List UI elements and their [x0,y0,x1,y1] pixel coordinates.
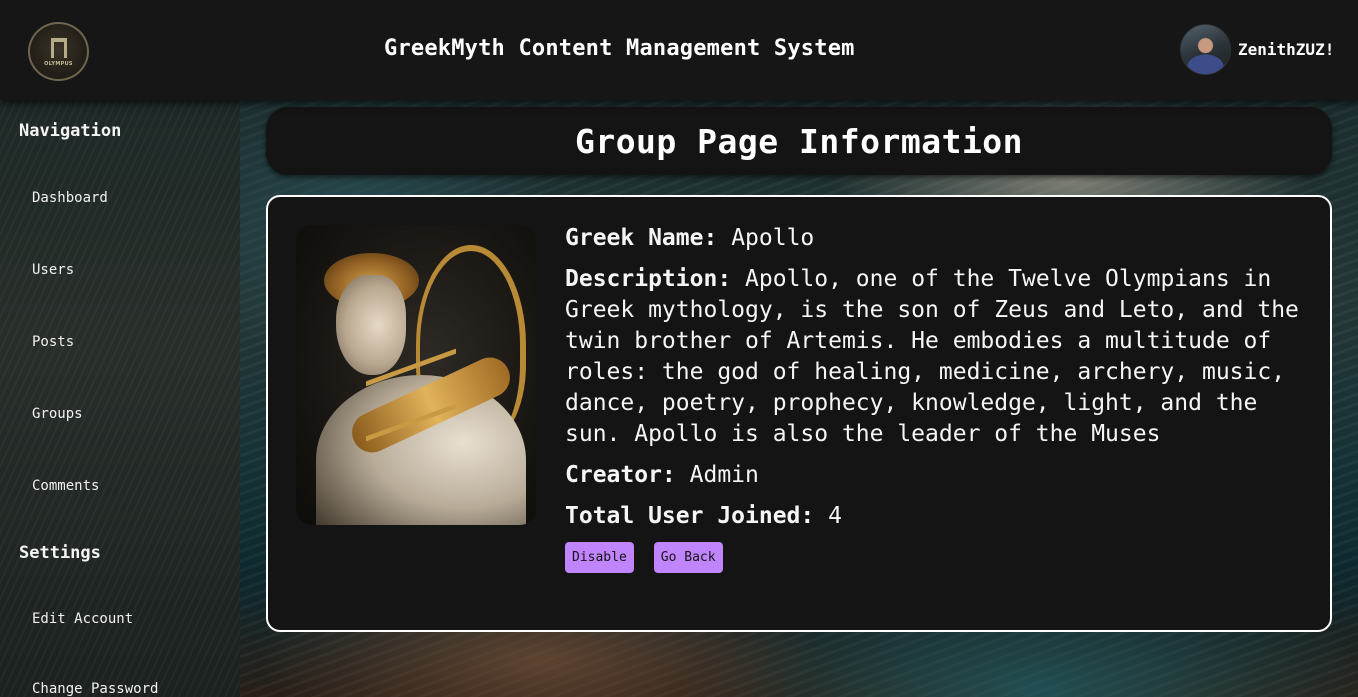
top-bar: OLYMPUS GreekMyth Content Management Sys… [0,0,1358,100]
sidebar-item-groups[interactable]: Groups [32,406,83,422]
greek-name-value: Apollo [731,225,815,251]
sidebar-item-posts[interactable]: Posts [32,334,74,350]
greek-name-row: Greek Name: Apollo [565,223,1305,254]
sidebar-heading-settings: Settings [19,543,101,563]
olympus-logo[interactable]: OLYMPUS [28,22,89,81]
group-info-card: Greek Name: Apollo Description: Apollo, … [266,195,1332,632]
sidebar-item-change-password[interactable]: Change Password [32,681,158,697]
description-label: Description: [565,266,732,292]
sidebar-item-edit-account[interactable]: Edit Account [32,611,133,627]
description-row: Description: Apollo, one of the Twelve O… [565,264,1305,450]
creator-row: Creator: Admin [565,460,1305,491]
sidebar-item-comments[interactable]: Comments [32,478,99,494]
description-value: Apollo, one of the Twelve Olympians in G… [565,266,1299,447]
username[interactable]: ZenithZUZ! [1238,40,1334,59]
app-title: GreekMyth Content Management System [384,36,855,61]
logo-text: OLYMPUS [44,61,73,67]
group-details: Greek Name: Apollo Description: Apollo, … [565,223,1305,573]
greek-name-label: Greek Name: [565,225,718,251]
pillar-icon [50,38,67,58]
sidebar-item-dashboard[interactable]: Dashboard [32,190,108,206]
creator-value: Admin [689,462,759,488]
figure-head [336,275,406,375]
user-avatar[interactable] [1180,24,1231,75]
page-title: Group Page Information [574,121,1024,161]
sidebar: Navigation Dashboard Users Posts Groups … [0,100,240,697]
sidebar-item-users[interactable]: Users [32,262,74,278]
total-joined-label: Total User Joined: [565,503,815,529]
action-buttons: Disable Go Back [565,542,1305,573]
disable-button[interactable]: Disable [565,542,634,573]
page-header: Group Page Information [266,107,1332,175]
go-back-button[interactable]: Go Back [653,542,723,573]
total-joined-row: Total User Joined: 4 [565,501,1305,532]
creator-label: Creator: [565,462,676,488]
sidebar-heading-navigation: Navigation [19,121,122,141]
group-image [296,225,536,525]
total-joined-value: 4 [828,503,842,529]
